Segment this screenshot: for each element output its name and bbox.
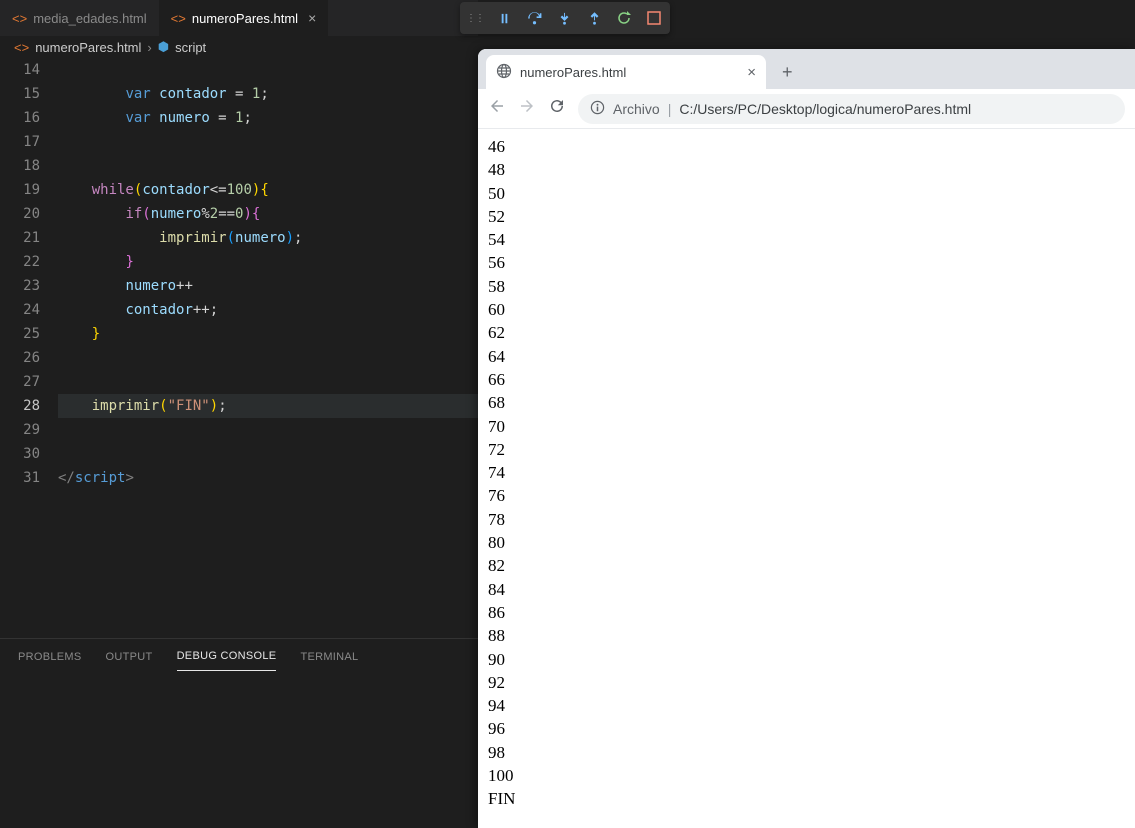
breadcrumb[interactable]: <> numeroPares.html › ⬢ script: [0, 36, 478, 58]
panel-tab-problems[interactable]: PROBLEMS: [18, 643, 82, 671]
address-scheme-label: Archivo: [613, 101, 660, 117]
output-line: 94: [488, 694, 1125, 717]
tab-numero-pares[interactable]: <> numeroPares.html ×: [159, 0, 329, 36]
html-file-icon: <>: [171, 11, 186, 26]
output-line: 72: [488, 438, 1125, 461]
line-number: 18: [0, 154, 40, 178]
tab-media-edades[interactable]: <> media_edades.html: [0, 0, 159, 36]
output-line: 56: [488, 251, 1125, 274]
reload-button[interactable]: [548, 97, 566, 120]
browser-viewport[interactable]: 4648505254565860626466687072747678808284…: [478, 129, 1135, 817]
stop-button[interactable]: [644, 8, 664, 28]
output-line: 82: [488, 554, 1125, 577]
line-number: 29: [0, 418, 40, 442]
output-line: 50: [488, 182, 1125, 205]
editor-tab-bar: <> media_edades.html <> numeroPares.html…: [0, 0, 478, 36]
back-button[interactable]: [488, 97, 506, 120]
output-line: 88: [488, 624, 1125, 647]
close-icon[interactable]: ×: [747, 64, 756, 81]
browser-tab-strip: numeroPares.html × +: [478, 49, 1135, 89]
chevron-right-icon: ›: [147, 40, 151, 55]
output-line: 52: [488, 205, 1125, 228]
line-number: 27: [0, 370, 40, 394]
line-number: 26: [0, 346, 40, 370]
output-line: 98: [488, 741, 1125, 764]
output-line: 70: [488, 415, 1125, 438]
line-number: 16: [0, 106, 40, 130]
output-line: 66: [488, 368, 1125, 391]
output-line: 100: [488, 764, 1125, 787]
browser-tab[interactable]: numeroPares.html ×: [486, 55, 766, 89]
panel-tab-debug-console[interactable]: DEBUG CONSOLE: [177, 642, 277, 671]
close-icon[interactable]: ×: [308, 10, 316, 26]
line-number: 22: [0, 250, 40, 274]
panel-tab-terminal[interactable]: TERMINAL: [300, 643, 358, 671]
line-number: 23: [0, 274, 40, 298]
output-line: 46: [488, 135, 1125, 158]
line-gutter: 14 15 16 17 18 19 20 21 22 23 24 25 26 2…: [0, 58, 58, 490]
bottom-panel: PROBLEMS OUTPUT DEBUG CONSOLE TERMINAL: [0, 638, 478, 828]
browser-toolbar: Archivo | C:/Users/PC/Desktop/logica/num…: [478, 89, 1135, 129]
output-line: 86: [488, 601, 1125, 624]
line-number: 21: [0, 226, 40, 250]
tab-label: media_edades.html: [33, 11, 146, 26]
output-line: 62: [488, 321, 1125, 344]
step-out-button[interactable]: [584, 8, 604, 28]
globe-icon: [496, 63, 512, 82]
output-line: 92: [488, 671, 1125, 694]
new-tab-button[interactable]: +: [774, 58, 801, 87]
line-number: 28: [0, 394, 40, 418]
line-number: 24: [0, 298, 40, 322]
line-number: 20: [0, 202, 40, 226]
line-number: 19: [0, 178, 40, 202]
line-number: 17: [0, 130, 40, 154]
breadcrumb-symbol: script: [175, 40, 206, 55]
output-line: FIN: [488, 787, 1125, 810]
address-separator: |: [668, 101, 672, 117]
line-number: 31: [0, 466, 40, 490]
html-file-icon: <>: [12, 11, 27, 26]
code-content[interactable]: var contador = 1; var numero = 1; while(…: [58, 58, 478, 490]
line-number: 14: [0, 58, 40, 82]
output-line: 76: [488, 484, 1125, 507]
output-line: 64: [488, 345, 1125, 368]
output-line: 80: [488, 531, 1125, 554]
step-into-button[interactable]: [554, 8, 574, 28]
breadcrumb-file: numeroPares.html: [35, 40, 141, 55]
output-line: 84: [488, 578, 1125, 601]
address-bar[interactable]: Archivo | C:/Users/PC/Desktop/logica/num…: [578, 94, 1125, 124]
line-number: 15: [0, 82, 40, 106]
panel-tab-output[interactable]: OUTPUT: [106, 643, 153, 671]
output-line: 68: [488, 391, 1125, 414]
pause-button[interactable]: [494, 8, 514, 28]
output-line: 96: [488, 717, 1125, 740]
output-line: 48: [488, 158, 1125, 181]
output-line: 74: [488, 461, 1125, 484]
forward-button[interactable]: [518, 97, 536, 120]
browser-window: numeroPares.html × + Archivo | C:/Users/…: [478, 49, 1135, 828]
output-line: 58: [488, 275, 1125, 298]
address-path: C:/Users/PC/Desktop/logica/numeroPares.h…: [679, 101, 971, 117]
line-number: 25: [0, 322, 40, 346]
tab-label: numeroPares.html: [192, 11, 298, 26]
output-line: 54: [488, 228, 1125, 251]
output-line: 78: [488, 508, 1125, 531]
html-file-icon: <>: [14, 40, 29, 55]
output-line: 90: [488, 648, 1125, 671]
panel-tab-bar: PROBLEMS OUTPUT DEBUG CONSOLE TERMINAL: [0, 639, 478, 674]
drag-handle-icon[interactable]: ⋮⋮: [466, 13, 484, 24]
step-over-button[interactable]: [524, 8, 544, 28]
symbol-icon: ⬢: [158, 39, 169, 55]
line-number: 30: [0, 442, 40, 466]
editor-pane: <> media_edades.html <> numeroPares.html…: [0, 0, 478, 828]
debug-toolbar[interactable]: ⋮⋮: [460, 2, 670, 34]
browser-tab-title: numeroPares.html: [520, 65, 626, 80]
restart-button[interactable]: [614, 8, 634, 28]
code-editor[interactable]: 14 15 16 17 18 19 20 21 22 23 24 25 26 2…: [0, 58, 478, 490]
output-line: 60: [488, 298, 1125, 321]
info-icon[interactable]: [590, 100, 605, 118]
